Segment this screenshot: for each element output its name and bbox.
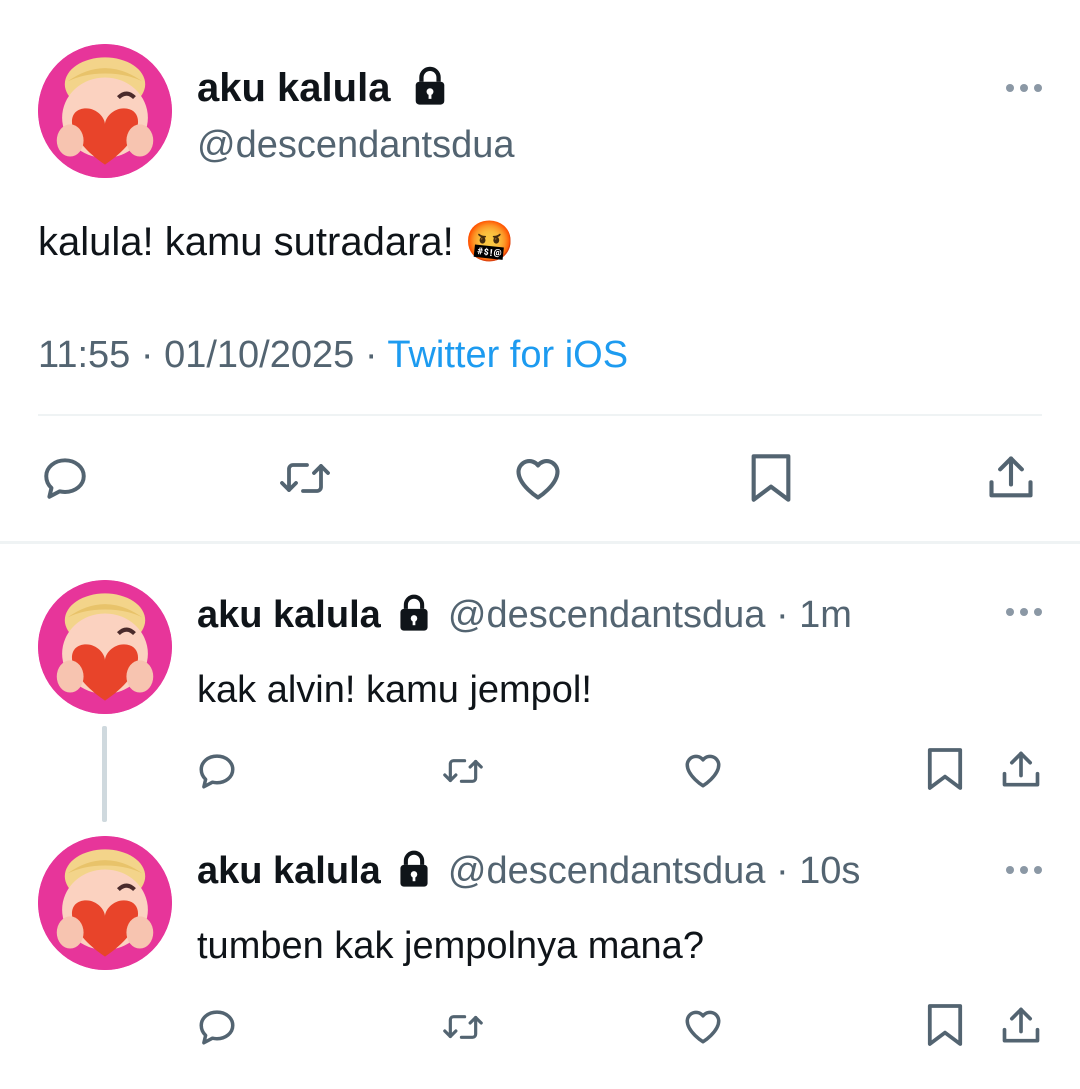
- share-button[interactable]: [998, 748, 1044, 792]
- reply-header: aku kalula @descendantsdua · 1m: [197, 592, 852, 638]
- bookmark-button[interactable]: [748, 452, 794, 504]
- reply-icon: [199, 1010, 235, 1045]
- bookmark-icon: [927, 748, 963, 790]
- tweet-source-link[interactable]: Twitter for iOS: [387, 334, 628, 376]
- divider: [0, 541, 1080, 544]
- more-options-button[interactable]: [1006, 608, 1042, 616]
- bookmark-button[interactable]: [926, 1002, 964, 1048]
- retweet-button[interactable]: [438, 1008, 488, 1046]
- like-icon: [685, 754, 721, 788]
- reply-text: kak alvin! kamu jempol!: [197, 669, 592, 711]
- display-name[interactable]: aku kalula: [197, 64, 448, 112]
- like-button[interactable]: [512, 454, 564, 502]
- handle[interactable]: @descendantsdua: [197, 122, 514, 168]
- thread-line: [102, 726, 107, 822]
- reply-age[interactable]: 1m: [799, 594, 852, 636]
- bookmark-button[interactable]: [926, 746, 964, 792]
- share-button[interactable]: [998, 1004, 1044, 1048]
- meta-separator: ·: [775, 850, 789, 892]
- share-icon: [989, 456, 1033, 498]
- tweet-meta: 11:55 · 01/10/2025 · Twitter for iOS: [38, 332, 628, 378]
- reply-button[interactable]: [195, 750, 239, 792]
- tweet-time: 11:55: [38, 334, 131, 376]
- share-button[interactable]: [984, 452, 1038, 504]
- tweet-text: kalula! kamu sutradara! 🤬: [38, 220, 515, 264]
- meta-separator: ·: [140, 334, 154, 376]
- retweet-icon: [443, 1015, 483, 1039]
- reply-icon: [44, 458, 86, 499]
- share-icon: [1002, 1007, 1040, 1043]
- more-options-button[interactable]: [1006, 84, 1042, 92]
- retweet-icon: [443, 759, 483, 783]
- reply-icon: [199, 754, 235, 789]
- reply-button[interactable]: [195, 1006, 239, 1048]
- display-name-text: aku kalula: [197, 66, 391, 110]
- retweet-button[interactable]: [274, 454, 336, 502]
- retweet-icon: [280, 463, 330, 493]
- retweet-button[interactable]: [438, 752, 488, 790]
- tweet-date: 01/10/2025: [164, 334, 355, 376]
- avatar[interactable]: [38, 836, 172, 970]
- handle[interactable]: @descendantsdua: [448, 594, 765, 636]
- share-icon: [1002, 751, 1040, 787]
- handle[interactable]: @descendantsdua: [448, 850, 765, 892]
- like-icon: [516, 459, 560, 500]
- more-horizontal-icon: [1006, 84, 1014, 92]
- more-options-button[interactable]: [1006, 866, 1042, 874]
- lock-icon: [400, 594, 428, 631]
- more-horizontal-icon: [1006, 608, 1014, 616]
- meta-separator: ·: [364, 334, 378, 376]
- display-name[interactable]: aku kalula: [197, 594, 381, 636]
- memoji-avatar-image: [38, 836, 172, 970]
- divider: [38, 414, 1042, 416]
- reply-header: aku kalula @descendantsdua · 10s: [197, 848, 860, 894]
- reply-age[interactable]: 10s: [799, 850, 860, 892]
- bookmark-icon: [751, 454, 791, 502]
- like-icon: [685, 1010, 721, 1044]
- avatar[interactable]: [38, 44, 172, 178]
- memoji-avatar-image: [38, 44, 172, 178]
- bookmark-icon: [927, 1004, 963, 1046]
- meta-separator: ·: [775, 594, 789, 636]
- display-name[interactable]: aku kalula: [197, 850, 381, 892]
- lock-icon: [415, 67, 444, 106]
- like-button[interactable]: [682, 750, 724, 790]
- memoji-avatar-image: [38, 580, 172, 714]
- lock-icon: [400, 850, 428, 887]
- avatar[interactable]: [38, 580, 172, 714]
- reply-text: tumben kak jempolnya mana?: [197, 925, 704, 967]
- reply-button[interactable]: [38, 453, 92, 503]
- like-button[interactable]: [682, 1006, 724, 1046]
- more-horizontal-icon: [1006, 866, 1014, 874]
